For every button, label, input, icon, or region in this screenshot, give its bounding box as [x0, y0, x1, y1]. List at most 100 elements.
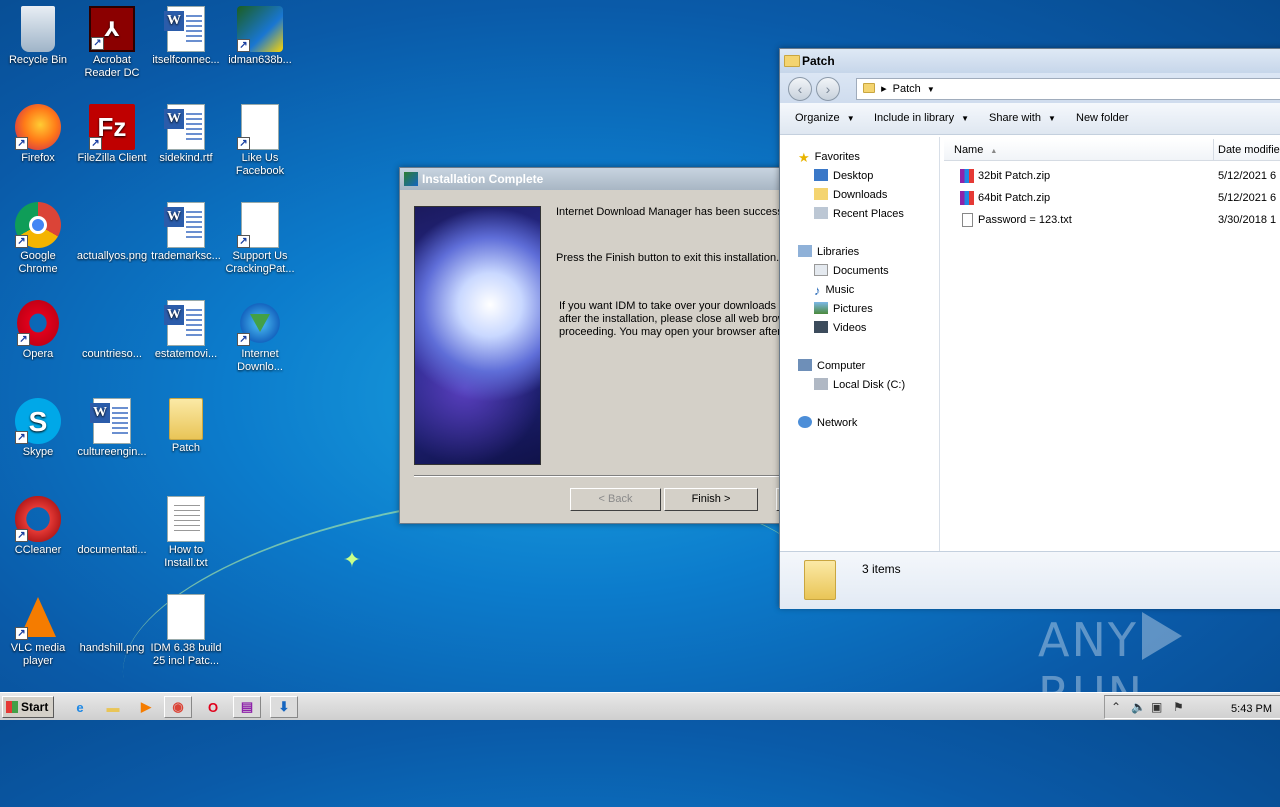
taskbar-media-player-icon[interactable]: ▶: [132, 696, 160, 718]
blank-image-icon: [89, 594, 135, 640]
taskbar-opera-icon[interactable]: O: [199, 696, 227, 718]
chevron-down-icon[interactable]: ▼: [927, 85, 935, 94]
desktop-icon-ccleaner[interactable]: ↗ CCleaner: [0, 496, 76, 557]
taskbar-installer-icon[interactable]: ⬇: [270, 696, 298, 718]
shortcut-arrow-icon: ↗: [17, 333, 30, 346]
desktop-icon-acrobat[interactable]: ⅄ ↗ Acrobat Reader DC: [74, 6, 150, 80]
file-date: 5/12/2021 6: [1218, 170, 1277, 182]
explorer-title: Patch: [802, 54, 835, 68]
chevron-down-icon: ▼: [1048, 114, 1056, 123]
volume-icon[interactable]: 🔈: [1131, 700, 1146, 714]
show-hidden-icons-icon[interactable]: ⌃: [1111, 700, 1121, 714]
desktop-icon-support-us[interactable]: ↗ Support Us CrackingPat...: [222, 202, 298, 276]
address-input[interactable]: ▸ Patch ▼: [856, 78, 1280, 100]
nav-pictures[interactable]: Pictures: [814, 302, 873, 315]
dialog-title: Installation Complete: [422, 172, 544, 186]
network-icon: [798, 416, 812, 428]
nav-music[interactable]: ♪ Music: [814, 283, 854, 298]
desktop-icon-skype[interactable]: S ↗ Skype: [0, 398, 76, 459]
taskbar-winrar-icon[interactable]: ▤: [233, 696, 261, 718]
desktop-icon-vlc[interactable]: ↗ VLC media player: [0, 594, 76, 668]
disk-icon: [814, 378, 828, 390]
desktop-icon-estatemovi[interactable]: W estatemovi...: [148, 300, 224, 361]
blank-image-icon: [89, 496, 135, 542]
desktop-icon-cultureengin[interactable]: W cultureengin...: [74, 398, 150, 459]
winrar-icon: [960, 169, 974, 183]
nav-computer[interactable]: Computer: [798, 359, 865, 372]
file-row[interactable]: Password = 123.txt 3/30/2018 1: [942, 211, 1280, 231]
file-row[interactable]: 64bit Patch.zip 5/12/2021 6: [942, 189, 1280, 209]
shortcut-arrow-icon: ↗: [89, 137, 102, 150]
organize-button[interactable]: Organize ▼: [795, 112, 855, 124]
file-row[interactable]: 32bit Patch.zip 5/12/2021 6: [942, 167, 1280, 187]
watermark-play-icon: [1141, 612, 1182, 660]
taskbar-chrome-icon[interactable]: ◉: [164, 696, 192, 718]
action-center-flag-icon[interactable]: ⚑: [1173, 700, 1184, 714]
folder-icon: [784, 55, 800, 67]
desktop-icon-opera[interactable]: ↗ Opera: [0, 300, 76, 361]
taskbar-ie-icon[interactable]: e: [66, 696, 94, 718]
dialog-title-bar[interactable]: Installation Complete: [400, 168, 788, 190]
chevron-down-icon: ▼: [846, 114, 855, 123]
explorer-title-bar[interactable]: Patch: [780, 49, 1280, 73]
desktop-icon-documentati[interactable]: documentati...: [74, 496, 150, 557]
desktop-icon-firefox[interactable]: ↗ Firefox: [0, 104, 76, 165]
desktop-icon-filezilla[interactable]: Fz ↗ FileZilla Client: [74, 104, 150, 165]
nav-documents[interactable]: Documents: [814, 264, 889, 277]
desktop-icon: [814, 169, 828, 181]
column-header-name[interactable]: Name ▲: [944, 139, 1214, 161]
shortcut-arrow-icon: ↗: [15, 529, 28, 542]
desktop-icon-internet-download-manager[interactable]: ↗ Internet Downlo...: [222, 300, 298, 374]
file-list-pane: Name ▲ Date modifie 32bit Patch.zip 5/12…: [942, 137, 1280, 551]
include-in-library-button[interactable]: Include in library ▼: [874, 112, 969, 124]
desktop-icon-itselfconnec[interactable]: W itselfconnec...: [148, 6, 224, 67]
desktop-icon-actuallyos[interactable]: actuallyos.png: [74, 202, 150, 263]
folder-icon: [863, 83, 875, 93]
nav-downloads[interactable]: Downloads: [814, 188, 887, 201]
desktop-icon-label: estatemovi...: [154, 348, 218, 360]
taskbar-explorer-icon[interactable]: ▬: [99, 696, 127, 718]
desktop-icon-idm-build[interactable]: IDM 6.38 build 25 incl Patc...: [148, 594, 224, 668]
folder-icon: [169, 398, 203, 440]
desktop-icon-handshill[interactable]: handshill.png: [74, 594, 150, 655]
recent-places-icon: [814, 207, 828, 219]
desktop-icon-label: Firefox: [21, 152, 55, 164]
start-button[interactable]: Start: [2, 696, 54, 718]
desktop-icon-label: Support Us CrackingPat...: [225, 250, 295, 275]
breadcrumb-patch[interactable]: Patch: [893, 83, 921, 95]
desktop-icon-how-to-install[interactable]: How to Install.txt: [148, 496, 224, 570]
back-arrow-icon[interactable]: ‹: [788, 77, 812, 101]
new-folder-button[interactable]: New folder: [1076, 112, 1129, 124]
desktop-icon-countrieso[interactable]: countrieso...: [74, 300, 150, 361]
share-with-button[interactable]: Share with ▼: [989, 112, 1056, 124]
desktop-icon-recycle-bin[interactable]: Recycle Bin: [0, 6, 76, 67]
desktop-icon-sidekind[interactable]: W sidekind.rtf: [148, 104, 224, 165]
nav-network[interactable]: Network: [798, 416, 857, 429]
back-button[interactable]: < Back: [570, 488, 661, 511]
nav-favorites[interactable]: ★ Favorites: [798, 150, 860, 165]
navigation-pane: ★ Favorites Desktop Downloads Recent Plac…: [780, 137, 940, 551]
column-header-date-modified[interactable]: Date modifie: [1214, 139, 1280, 161]
forward-arrow-icon[interactable]: ›: [816, 77, 840, 101]
desktop-icon-trademarksc[interactable]: W trademarksc...: [148, 202, 224, 263]
desktop-icon-like-us-facebook[interactable]: ↗ Like Us Facebook: [222, 104, 298, 178]
finish-button[interactable]: Finish >: [664, 488, 758, 511]
word-doc-icon: W: [163, 6, 209, 52]
desktop-icon-label: Patch: [171, 442, 201, 454]
install-note-line-3: proceeding. You may open your browser af…: [559, 326, 781, 338]
nav-desktop[interactable]: Desktop: [814, 169, 873, 182]
nav-label: Computer: [817, 360, 866, 372]
desktop-icon-idman638b[interactable]: ↗ idman638b...: [222, 6, 298, 67]
downloads-folder-icon: [814, 188, 828, 200]
desktop-icon-patch-folder[interactable]: Patch: [148, 398, 224, 455]
clock[interactable]: 5:43 PM: [1231, 703, 1272, 715]
desktop-icon-label: Skype: [22, 446, 54, 458]
nav-recent-places[interactable]: Recent Places: [814, 207, 904, 220]
nav-local-disk[interactable]: Local Disk (C:): [814, 378, 905, 391]
network-icon[interactable]: ▣: [1151, 700, 1162, 714]
nav-libraries[interactable]: Libraries: [798, 245, 859, 258]
desktop-icon-google-chrome[interactable]: ↗ Google Chrome: [0, 202, 76, 276]
nav-videos[interactable]: Videos: [814, 321, 866, 334]
acrobat-icon: ⅄ ↗: [89, 6, 135, 52]
shortcut-arrow-icon: ↗: [237, 333, 250, 346]
